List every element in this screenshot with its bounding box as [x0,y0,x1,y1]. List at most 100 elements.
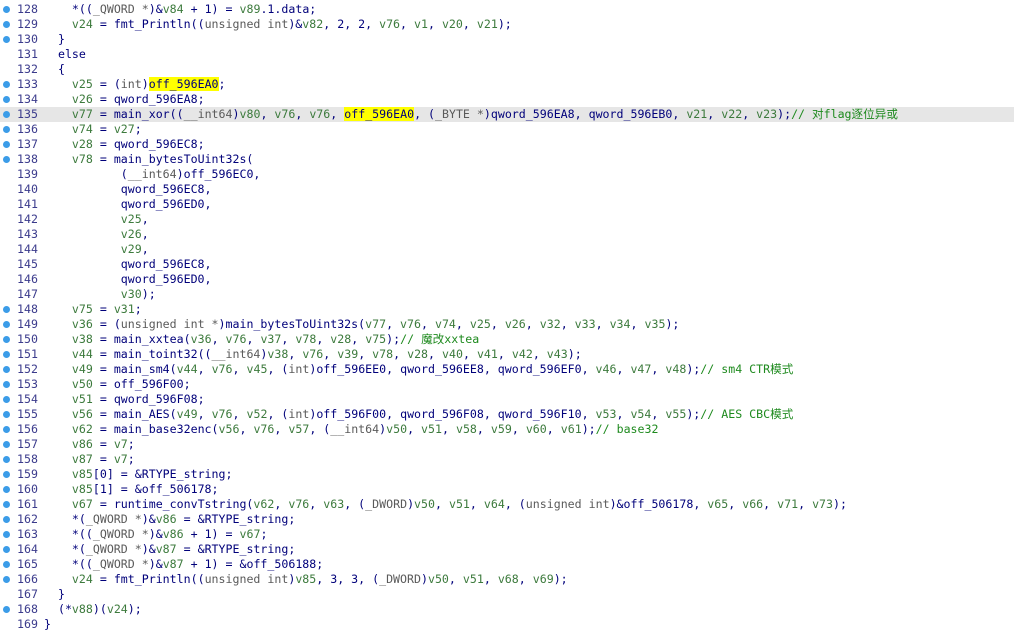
variable-token[interactable]: v48 [665,362,686,376]
variable-token[interactable]: v76 [400,317,421,331]
variable-token[interactable]: v71 [777,497,798,511]
code-line[interactable]: 148 v75 = v31; [0,302,1014,317]
variable-token[interactable]: v85 [72,482,93,496]
breakpoint-marker-icon[interactable] [3,561,10,568]
variable-token[interactable]: v49 [72,362,93,376]
variable-token[interactable]: v36 [72,317,93,331]
variable-token[interactable]: v84 [163,2,184,16]
variable-token[interactable]: v75 [365,332,386,346]
variable-token[interactable]: v28 [72,137,93,151]
code-line[interactable]: 150 v38 = main_xxtea(v36, v76, v37, v78,… [0,332,1014,347]
code-line[interactable]: 143 v26, [0,227,1014,242]
code-line[interactable]: 145 qword_596EC8, [0,257,1014,272]
variable-token[interactable]: v87 [156,542,177,556]
variable-token[interactable]: v82 [302,17,323,31]
breakpoint-marker-icon[interactable] [3,411,10,418]
variable-token[interactable]: v37 [260,332,281,346]
variable-token[interactable]: v44 [72,347,93,361]
breakpoint-marker-icon[interactable] [3,6,10,13]
variable-token[interactable]: v64 [484,497,505,511]
breakpoint-marker-icon[interactable] [3,531,10,538]
variable-token[interactable]: v89 [239,2,260,16]
breakpoint-marker-icon[interactable] [3,96,10,103]
variable-token[interactable]: v32 [540,317,561,331]
variable-token[interactable]: v35 [645,317,666,331]
breakpoint-marker-icon[interactable] [3,396,10,403]
code-line[interactable]: 151 v44 = main_toint32((__int64)v38, v76… [0,347,1014,362]
variable-token[interactable]: v34 [610,317,631,331]
breakpoint-marker-icon[interactable] [3,471,10,478]
variable-token[interactable]: v56 [219,422,240,436]
variable-token[interactable]: v36 [191,332,212,346]
variable-token[interactable]: v46 [596,362,617,376]
variable-token[interactable]: v85 [295,572,316,586]
variable-token[interactable]: v68 [498,572,519,586]
variable-token[interactable]: v76 [379,17,400,31]
code-line[interactable]: 167 } [0,587,1014,602]
code-line[interactable]: 138 v78 = main_bytesToUint32s( [0,152,1014,167]
code-line[interactable]: 153 v50 = off_596F00; [0,377,1014,392]
code-line[interactable]: 133 v25 = (int)off_596EA0; [0,77,1014,92]
variable-token[interactable]: v25 [72,77,93,91]
variable-token[interactable]: v76 [226,332,247,346]
variable-token[interactable]: v24 [72,572,93,586]
variable-token[interactable]: v45 [246,362,267,376]
variable-token[interactable]: v26 [121,227,142,241]
code-line[interactable]: 161 v67 = runtime_convTstring(v62, v76, … [0,497,1014,512]
code-line[interactable]: 163 *((_QWORD *)&v86 + 1) = v67; [0,527,1014,542]
code-line[interactable]: 136 v74 = v27; [0,122,1014,137]
variable-token[interactable]: v22 [721,107,742,121]
code-line[interactable]: 149 v36 = (unsigned int *)main_bytesToUi… [0,317,1014,332]
breakpoint-marker-icon[interactable] [3,381,10,388]
variable-token[interactable]: v50 [428,572,449,586]
breakpoint-marker-icon[interactable] [3,111,10,118]
variable-token[interactable]: v76 [212,362,233,376]
variable-token[interactable]: v29 [121,242,142,256]
variable-token[interactable]: v78 [295,332,316,346]
breakpoint-marker-icon[interactable] [3,141,10,148]
breakpoint-marker-icon[interactable] [3,21,10,28]
variable-token[interactable]: v86 [72,437,93,451]
variable-token[interactable]: v54 [630,407,651,421]
variable-token[interactable]: v75 [72,302,93,316]
code-line[interactable]: 147 v30); [0,287,1014,302]
breakpoint-marker-icon[interactable] [3,156,10,163]
variable-token[interactable]: v60 [526,422,547,436]
breakpoint-marker-icon[interactable] [3,306,10,313]
code-line[interactable]: 132 { [0,62,1014,77]
breakpoint-marker-icon[interactable] [3,441,10,448]
variable-token[interactable]: v50 [386,422,407,436]
code-line[interactable]: 144 v29, [0,242,1014,257]
variable-token[interactable]: v56 [72,407,93,421]
code-line[interactable]: 134 v26 = qword_596EA8; [0,92,1014,107]
variable-token[interactable]: v88 [72,602,93,616]
code-line[interactable]: 146 qword_596ED0, [0,272,1014,287]
variable-token[interactable]: v80 [239,107,260,121]
code-line[interactable]: 142 v25, [0,212,1014,227]
variable-token[interactable]: v51 [421,422,442,436]
code-line[interactable]: 128 *((_QWORD *)&v84 + 1) = v89.1.data; [0,2,1014,17]
code-line[interactable]: 162 *(_QWORD *)&v86 = &RTYPE_string; [0,512,1014,527]
variable-token[interactable]: v58 [456,422,477,436]
code-line[interactable]: 156 v62 = main_base32enc(v56, v76, v57, … [0,422,1014,437]
variable-token[interactable]: v7 [114,437,128,451]
variable-token[interactable]: v77 [72,107,93,121]
variable-token[interactable]: v40 [442,347,463,361]
variable-token[interactable]: v43 [547,347,568,361]
variable-token[interactable]: v41 [477,347,498,361]
code-line[interactable]: 158 v87 = v7; [0,452,1014,467]
code-line[interactable]: 164 *(_QWORD *)&v87 = &RTYPE_string; [0,542,1014,557]
breakpoint-marker-icon[interactable] [3,576,10,583]
code-line[interactable]: 131 else [0,47,1014,62]
variable-token[interactable]: v77 [365,317,386,331]
variable-token[interactable]: v33 [575,317,596,331]
variable-token[interactable]: v61 [561,422,582,436]
variable-token[interactable]: v76 [253,422,274,436]
code-line[interactable]: 141 qword_596ED0, [0,197,1014,212]
variable-token[interactable]: v25 [470,317,491,331]
variable-token[interactable]: v67 [239,527,260,541]
variable-token[interactable]: v76 [309,107,330,121]
variable-token[interactable]: v67 [72,497,93,511]
variable-token[interactable]: v62 [72,422,93,436]
breakpoint-marker-icon[interactable] [3,366,10,373]
